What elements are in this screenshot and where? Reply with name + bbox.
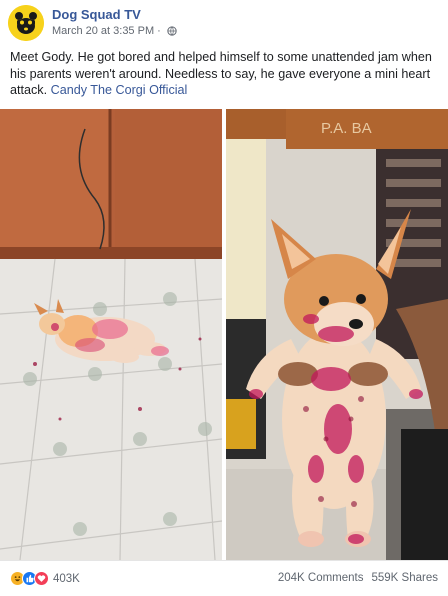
globe-icon[interactable] (167, 26, 177, 36)
facebook-post: Dog Squad TV March 20 at 3:35 PM · Meet … (0, 0, 448, 596)
shares-count-link[interactable]: 559K Shares (372, 572, 439, 584)
comments-count-link[interactable]: 204K Comments (278, 572, 364, 584)
photo-right[interactable]: P.A. BA (226, 109, 448, 560)
post-caption: Meet Gody. He got bored and helped himse… (10, 49, 440, 99)
photo-left[interactable] (0, 109, 222, 560)
post-header: Dog Squad TV March 20 at 3:35 PM · (8, 5, 438, 41)
post-footer: 403K 204K Comments 559K Shares (0, 560, 448, 596)
post-meta: March 20 at 3:35 PM · (52, 25, 177, 37)
reaction-summary[interactable]: 403K (10, 571, 80, 586)
caption-tag-link[interactable]: Candy The Corgi Official (51, 83, 188, 97)
shop-sign-text: P.A. BA (321, 120, 372, 137)
page-avatar[interactable] (8, 5, 44, 41)
meta-separator: · (157, 25, 161, 37)
reaction-count: 403K (53, 572, 80, 585)
post-timestamp[interactable]: March 20 at 3:35 PM (52, 25, 154, 37)
love-icon (34, 571, 49, 586)
page-name-link[interactable]: Dog Squad TV (52, 7, 141, 22)
post-photos: P.A. BA (0, 109, 448, 560)
engagement-stats: 204K Comments 559K Shares (278, 572, 438, 584)
